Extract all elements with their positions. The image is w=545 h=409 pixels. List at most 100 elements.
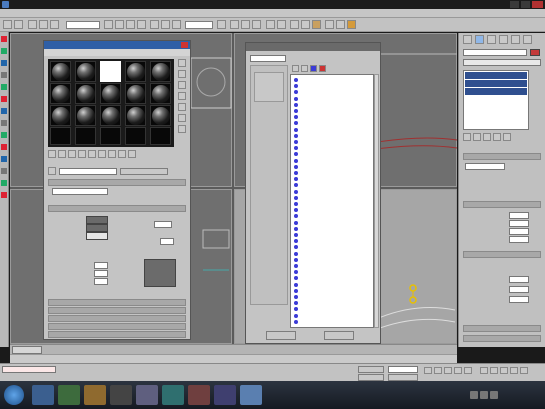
app-icon[interactable]	[2, 1, 9, 8]
material-list-item[interactable]	[293, 182, 371, 188]
material-list-item[interactable]	[293, 306, 371, 312]
utilities-tab-icon[interactable]	[523, 35, 532, 44]
rollout-blinn-basic[interactable]	[48, 205, 186, 212]
set-key-button[interactable]	[358, 374, 384, 381]
sample-slot[interactable]	[75, 61, 96, 82]
tray-icon[interactable]	[480, 391, 488, 399]
rollout-edit-geometry[interactable]	[463, 325, 541, 332]
tool-icon[interactable]	[1, 72, 7, 78]
render-frame-icon[interactable]	[336, 20, 345, 29]
selection-filter-dropdown[interactable]	[66, 21, 100, 29]
show-map-icon[interactable]	[118, 150, 126, 158]
selection-field[interactable]	[465, 163, 505, 170]
taskbar-app[interactable]	[58, 385, 80, 405]
tool-icon[interactable]	[1, 156, 7, 162]
modifier-list-dropdown[interactable]	[463, 59, 541, 66]
stack-item[interactable]	[465, 80, 527, 87]
go-parent-icon[interactable]	[128, 150, 136, 158]
taskbar-app[interactable]	[136, 385, 158, 405]
material-list-item[interactable]	[293, 313, 371, 319]
move-icon[interactable]	[150, 20, 159, 29]
close-button[interactable]	[532, 1, 543, 8]
selected-dropdown[interactable]	[388, 366, 418, 373]
rollout-parameters[interactable]	[463, 201, 541, 208]
percent-snap-icon[interactable]	[252, 20, 261, 29]
ambient-swatch[interactable]	[86, 216, 108, 224]
maxscript-listener[interactable]	[2, 366, 56, 373]
view-list-icon[interactable]	[292, 65, 299, 72]
remove-modifier-icon[interactable]	[493, 133, 501, 141]
tool-icon[interactable]	[1, 60, 7, 66]
sample-slot-active[interactable]	[100, 61, 121, 82]
tool-icon[interactable]	[1, 192, 7, 198]
material-list[interactable]	[290, 74, 374, 328]
material-list-item[interactable]	[293, 151, 371, 157]
material-effects-icon[interactable]	[108, 150, 116, 158]
track-bar[interactable]	[10, 354, 457, 363]
ok-button[interactable]	[266, 331, 296, 340]
sample-slot[interactable]	[50, 83, 71, 104]
reference-coord-dropdown[interactable]	[185, 21, 213, 29]
taskbar-app[interactable]	[32, 385, 54, 405]
taskbar-app-active[interactable]	[240, 385, 262, 405]
sample-slot[interactable]	[125, 83, 146, 104]
align-icon[interactable]	[277, 20, 286, 29]
make-unique-icon[interactable]	[88, 150, 96, 158]
param-field[interactable]	[509, 212, 529, 219]
material-list-item[interactable]	[293, 114, 371, 120]
minimize-button[interactable]	[510, 1, 519, 8]
video-check-icon[interactable]	[178, 103, 186, 111]
sample-slot[interactable]	[125, 61, 146, 82]
mirror-icon[interactable]	[266, 20, 275, 29]
material-editor-icon[interactable]	[312, 20, 321, 29]
stack-item[interactable]	[465, 72, 527, 79]
material-list-item[interactable]	[293, 213, 371, 219]
unlink-icon[interactable]	[39, 20, 48, 29]
material-list-item[interactable]	[293, 257, 371, 263]
rect-select-icon[interactable]	[126, 20, 135, 29]
next-frame-icon[interactable]	[454, 367, 462, 374]
preview-icon[interactable]	[178, 114, 186, 122]
get-material-icon[interactable]	[48, 150, 56, 158]
sample-type-icon[interactable]	[178, 59, 186, 67]
material-list-item[interactable]	[293, 282, 371, 288]
tool-icon[interactable]	[1, 168, 7, 174]
previous-frame-icon[interactable]	[434, 367, 442, 374]
tray-icon[interactable]	[490, 391, 498, 399]
shader-dropdown[interactable]	[52, 188, 108, 195]
tool-icon[interactable]	[1, 48, 7, 54]
sample-slot[interactable]	[75, 105, 96, 126]
material-list-item[interactable]	[293, 83, 371, 89]
backlight-icon[interactable]	[178, 70, 186, 78]
rollout-extended[interactable]	[48, 299, 186, 306]
param-field[interactable]	[509, 236, 529, 243]
rollout-subdivision[interactable]	[463, 335, 541, 342]
modify-tab-icon[interactable]	[475, 35, 484, 44]
window-crossing-icon[interactable]	[137, 20, 146, 29]
key-filters-button[interactable]	[388, 374, 418, 381]
material-list-item[interactable]	[293, 269, 371, 275]
sample-slot[interactable]	[125, 127, 146, 145]
browser-search-field[interactable]	[250, 55, 286, 62]
material-list-item[interactable]	[293, 263, 371, 269]
tray-icon[interactable]	[470, 391, 478, 399]
sample-slot[interactable]	[50, 105, 71, 126]
param-field[interactable]	[509, 220, 529, 227]
material-list-item[interactable]	[293, 319, 371, 325]
close-icon[interactable]	[181, 42, 188, 48]
tool-icon[interactable]	[1, 36, 7, 42]
transform-gizmo-icon[interactable]	[407, 282, 419, 308]
rollout-supersampling[interactable]	[48, 307, 186, 314]
material-list-item[interactable]	[293, 170, 371, 176]
angle-snap-icon[interactable]	[241, 20, 250, 29]
maximize-viewport-icon[interactable]	[520, 367, 528, 374]
soft-field[interactable]	[509, 286, 529, 293]
rollout-soft-selection[interactable]	[463, 251, 541, 258]
reset-map-icon[interactable]	[78, 150, 86, 158]
sample-slot[interactable]	[100, 83, 121, 104]
material-list-item[interactable]	[293, 294, 371, 300]
taskbar-app[interactable]	[214, 385, 236, 405]
start-button[interactable]	[4, 385, 24, 405]
cancel-button[interactable]	[324, 331, 354, 340]
tool-icon[interactable]	[1, 96, 7, 102]
